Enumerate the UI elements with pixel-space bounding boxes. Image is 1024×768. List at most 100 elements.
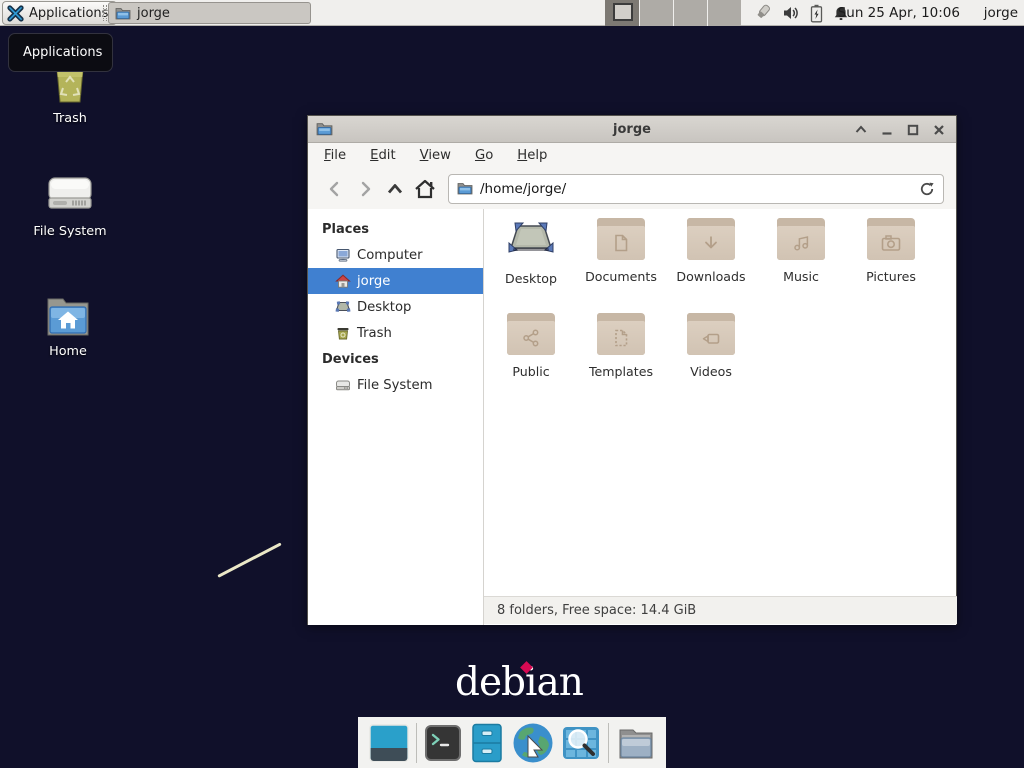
show-desktop-icon <box>369 723 409 763</box>
close-button[interactable] <box>932 123 946 137</box>
sidebar-item-label: jorge <box>357 274 390 289</box>
menu-view[interactable]: View <box>420 148 451 163</box>
folder-icon <box>687 313 735 359</box>
sidebar-item-file-system[interactable]: File System <box>308 372 483 398</box>
debian-wallpaper-logo: debian <box>455 660 595 712</box>
taskbar-window-button[interactable]: jorge <box>108 2 311 24</box>
folder-item-templates[interactable]: Templates <box>576 309 666 404</box>
up-icon <box>384 179 406 199</box>
dock-separator <box>608 723 609 763</box>
menu-edit[interactable]: Edit <box>370 148 396 163</box>
dock-web-browser-button[interactable] <box>512 722 554 764</box>
up-button[interactable] <box>380 174 410 204</box>
sidebar-item-computer[interactable]: Computer <box>308 242 483 268</box>
folder-item-public[interactable]: Public <box>486 309 576 404</box>
folder-item-documents[interactable]: Documents <box>576 214 666 309</box>
file-manager-folder-icon <box>616 724 656 762</box>
workspace-3[interactable] <box>673 0 707 26</box>
folder-item-downloads[interactable]: Downloads <box>666 214 756 309</box>
maximize-icon <box>907 124 919 136</box>
folder-label: Pictures <box>866 269 916 284</box>
app-finder-icon <box>561 723 601 763</box>
folder-label: Videos <box>690 364 732 379</box>
desktop-icon-file-system[interactable]: File System <box>15 172 125 239</box>
folder-grid: Desktop Documents <box>486 214 948 404</box>
home-button[interactable] <box>410 174 440 204</box>
sidebar-item-label: Desktop <box>357 300 411 315</box>
window-controls <box>854 116 946 143</box>
desktop-icon-home[interactable]: Home <box>13 294 123 359</box>
sidebar-item-label: File System <box>357 378 432 393</box>
sidebar-item-trash[interactable]: Trash <box>308 320 483 346</box>
computer-icon <box>335 247 351 263</box>
home-icon <box>413 178 437 200</box>
folder-item-desktop[interactable]: Desktop <box>486 214 576 309</box>
maximize-button[interactable] <box>906 123 920 137</box>
applications-icon <box>7 5 24 22</box>
web-browser-icon <box>512 722 554 764</box>
panel-clock[interactable]: Sun 25 Apr, 10:06 <box>838 0 960 26</box>
window-titlebar[interactable]: jorge <box>308 116 956 143</box>
minimize-button[interactable] <box>880 123 894 137</box>
applications-tooltip: Applications <box>8 33 113 72</box>
folder-item-videos[interactable]: Videos <box>666 309 756 404</box>
folder-label: Documents <box>585 269 657 284</box>
system-tray <box>751 0 849 26</box>
shade-icon <box>855 124 867 136</box>
volume-icon[interactable] <box>782 5 800 21</box>
address-bar[interactable]: /home/jorge/ <box>448 174 944 204</box>
battery-icon[interactable] <box>809 4 824 23</box>
panel-user-actions[interactable]: jorge <box>984 0 1018 26</box>
menu-file[interactable]: File <box>324 148 346 163</box>
dock-file-cabinet-button[interactable] <box>469 723 505 763</box>
folder-icon <box>777 218 825 264</box>
dock-terminal-button[interactable] <box>424 724 462 762</box>
statusbar: 8 folders, Free space: 14.4 GiB <box>484 596 957 624</box>
shade-button[interactable] <box>854 123 868 137</box>
folder-item-pictures[interactable]: Pictures <box>846 214 936 309</box>
workspace-switcher <box>605 0 741 26</box>
input-device-icon[interactable] <box>751 3 773 23</box>
desktop-screen: Applications jorge <box>0 0 1024 768</box>
desktop-icon-label: Home <box>13 344 123 359</box>
folder-label: Templates <box>589 364 653 379</box>
template-glyph-icon <box>610 327 632 349</box>
dock-show-desktop-button[interactable] <box>369 723 409 763</box>
video-glyph-icon <box>699 327 723 349</box>
camera-glyph-icon <box>879 232 903 254</box>
sidebar-item-label: Trash <box>357 326 392 341</box>
panel-handle[interactable] <box>103 5 107 21</box>
folder-item-music[interactable]: Music <box>756 214 846 309</box>
folder-icon <box>687 218 735 264</box>
menu-go[interactable]: Go <box>475 148 493 163</box>
forward-button[interactable] <box>350 174 380 204</box>
menu-help[interactable]: Help <box>517 148 547 163</box>
taskbar-window-label: jorge <box>137 6 170 21</box>
applications-menu-button[interactable]: Applications <box>2 1 117 25</box>
workspace-1[interactable] <box>605 0 639 26</box>
minimize-icon <box>881 124 893 136</box>
folder-icon <box>867 218 915 264</box>
bottom-dock <box>358 717 666 768</box>
close-icon <box>933 124 945 136</box>
menubar: File Edit View Go Help <box>308 143 956 168</box>
sidebar-item-desktop[interactable]: Desktop <box>308 294 483 320</box>
statusbar-text: 8 folders, Free space: 14.4 GiB <box>497 603 696 618</box>
folder-icon <box>597 313 645 359</box>
address-text[interactable]: /home/jorge/ <box>480 181 912 197</box>
back-icon <box>325 179 345 199</box>
desktop-icon-label: Trash <box>15 111 125 126</box>
file-manager-window: jorge File Edit V <box>307 115 957 625</box>
folder-icon <box>115 6 131 21</box>
sidebar-item-jorge[interactable]: jorge <box>308 268 483 294</box>
back-button[interactable] <box>320 174 350 204</box>
window-body: Places Computer <box>308 209 956 625</box>
folder-label: Desktop <box>505 271 557 286</box>
workspace-2[interactable] <box>639 0 673 26</box>
dock-app-finder-button[interactable] <box>561 723 601 763</box>
forward-icon <box>355 179 375 199</box>
workspace-4[interactable] <box>707 0 741 26</box>
dock-file-manager-button[interactable] <box>616 724 656 762</box>
file-view: Desktop Documents <box>484 209 956 625</box>
reload-icon[interactable] <box>919 181 935 197</box>
